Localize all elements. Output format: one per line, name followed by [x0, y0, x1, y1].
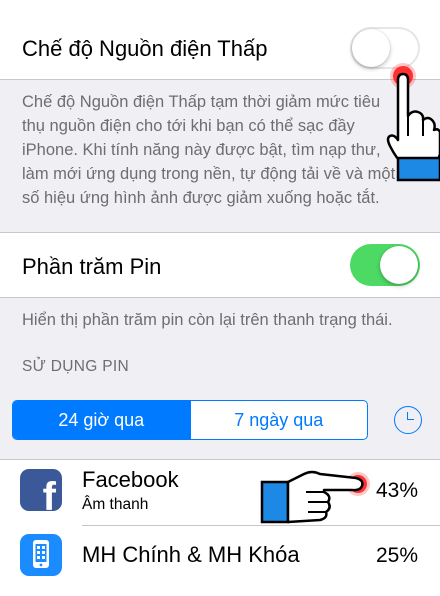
battery-percentage-cell: Phần trăm Pin [0, 232, 440, 298]
low-power-description-line: iPhone. Khi tính năng này được bật, tìm … [22, 141, 381, 159]
segment-last-24-hours[interactable]: 24 giờ qua [13, 401, 190, 439]
clock-icon[interactable] [394, 406, 422, 434]
app-name: MH Chính & MH Khóa [82, 542, 300, 567]
battery-percentage-label: Phần trăm Pin [22, 254, 162, 279]
low-power-label: Chế độ Nguồn điện Thấp [22, 36, 268, 61]
low-power-description-line: thụ nguồn điện cho tới khi bạn có thể sạ… [22, 117, 355, 135]
app-usage-row[interactable]: MH Chính & MH Khóa 25% [0, 526, 440, 596]
battery-percentage-toggle[interactable] [350, 244, 420, 286]
app-subtitle: Âm thanh [82, 496, 149, 513]
low-power-description-line: làm mới ứng dụng trong nền, tự động tải … [22, 165, 396, 183]
app-usage-percent: 25% [375, 544, 418, 567]
battery-percentage-toggle-knob [380, 246, 418, 284]
tap-hand-pointer-icon [386, 63, 440, 182]
facebook-icon: f [20, 469, 62, 511]
low-power-description-line: Chế độ Nguồn điện Thấp tạm thời giảm mức… [22, 93, 381, 111]
app-name: Facebook [82, 467, 179, 492]
low-power-description-line: số hiệu ứng hình ảnh được giảm xuống hoặ… [22, 189, 380, 207]
tap-hand-pointer-icon [260, 470, 370, 524]
usage-period-segmented-control: 24 giờ qua 7 ngày qua [12, 400, 368, 440]
battery-usage-header: SỬ DỤNG PIN [22, 358, 129, 375]
battery-percentage-description: Hiển thị phần trăm pin còn lại trên than… [22, 311, 393, 329]
app-usage-percent: 43% [375, 479, 418, 502]
segment-last-7-days[interactable]: 7 ngày qua [189, 401, 368, 439]
home-lock-screen-icon [20, 534, 62, 576]
low-power-cell: Chế độ Nguồn điện Thấp [0, 0, 440, 80]
